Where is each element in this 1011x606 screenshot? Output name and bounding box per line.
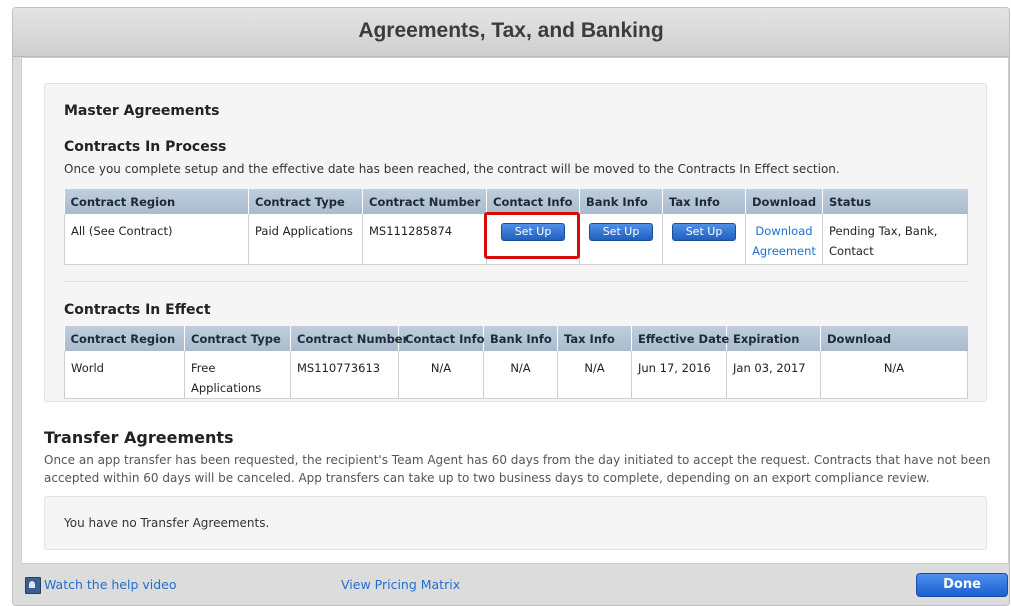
cell-status: Pending Tax, Bank, Contact bbox=[822, 214, 968, 265]
master-agreements-panel: Master Agreements Contracts In Process O… bbox=[44, 83, 987, 402]
cell-bank-info: Set Up bbox=[579, 214, 663, 265]
contracts-in-process-note: Once you complete setup and the effectiv… bbox=[64, 162, 840, 176]
contact-info-highlight bbox=[484, 212, 580, 259]
cell-tax-info: N/A bbox=[557, 351, 632, 399]
column-header: Contact Info bbox=[486, 189, 580, 214]
table-row: World Free Applications MS110773613 N/A … bbox=[64, 351, 968, 399]
tax-info-setup-button[interactable]: Set Up bbox=[671, 223, 737, 241]
column-header: Status bbox=[822, 189, 968, 214]
window-titlebar: Agreements, Tax, and Banking bbox=[13, 8, 1009, 57]
column-header: Effective Date bbox=[631, 326, 729, 351]
column-header: Contract Number bbox=[290, 326, 408, 351]
download-link-line2: Agreement bbox=[752, 244, 816, 258]
column-header: Contract Number bbox=[362, 189, 487, 214]
contracts-in-effect-heading: Contracts In Effect bbox=[64, 302, 211, 318]
column-header: Contact Info bbox=[398, 326, 484, 351]
transfer-agreements-note: Once an app transfer has been requested,… bbox=[44, 451, 991, 487]
cell-download: N/A bbox=[820, 351, 968, 399]
content-sheet: Master Agreements Contracts In Process O… bbox=[21, 57, 1009, 564]
contracts-in-effect-table: Contract Region Contract Type Contract N… bbox=[64, 326, 968, 399]
column-header: Download bbox=[820, 326, 968, 351]
bank-info-setup-button[interactable]: Set Up bbox=[588, 223, 654, 241]
column-header: Contract Type bbox=[184, 326, 291, 351]
cell-expiration: Jan 03, 2017 bbox=[726, 351, 821, 399]
table-header-row: Contract Region Contract Type Contract N… bbox=[64, 326, 968, 351]
cell-bank-info: N/A bbox=[483, 351, 558, 399]
column-header: Tax Info bbox=[662, 189, 746, 214]
column-header: Tax Info bbox=[557, 326, 632, 351]
download-agreement-link[interactable]: Download Agreement bbox=[752, 221, 816, 261]
cell-number: MS111285874 bbox=[362, 214, 487, 265]
transfer-agreements-heading: Transfer Agreements bbox=[44, 428, 234, 447]
no-transfer-agreements-text: You have no Transfer Agreements. bbox=[64, 516, 270, 530]
column-header: Bank Info bbox=[579, 189, 663, 214]
column-header: Expiration bbox=[726, 326, 821, 351]
cell-type: Paid Applications bbox=[248, 214, 363, 265]
column-header: Bank Info bbox=[483, 326, 558, 351]
download-link-line1: Download bbox=[755, 224, 813, 238]
table-header-row: Contract Region Contract Type Contract N… bbox=[64, 189, 968, 214]
status-line2: Contact bbox=[829, 244, 874, 258]
column-header: Contract Region bbox=[64, 326, 185, 351]
transfer-note-line2: accepted within 60 days will be canceled… bbox=[44, 471, 930, 485]
agreements-window: Agreements, Tax, and Banking Master Agre… bbox=[12, 7, 1010, 606]
cell-contact-info: N/A bbox=[398, 351, 484, 399]
transfer-note-line1: Once an app transfer has been requested,… bbox=[44, 453, 991, 467]
view-pricing-matrix-link[interactable]: View Pricing Matrix bbox=[341, 577, 460, 592]
column-header: Download bbox=[745, 189, 823, 214]
cell-tax-info: Set Up bbox=[662, 214, 746, 265]
column-header: Contract Region bbox=[64, 189, 249, 214]
cell-type: Free Applications bbox=[184, 351, 291, 399]
cell-region: All (See Contract) bbox=[64, 214, 249, 265]
cell-number: MS110773613 bbox=[290, 351, 399, 399]
cell-effective-date: Jun 17, 2016 bbox=[631, 351, 727, 399]
cell-download: Download Agreement bbox=[745, 214, 823, 265]
watch-help-video-link[interactable]: Watch the help video bbox=[44, 577, 177, 592]
contracts-in-process-heading: Contracts In Process bbox=[64, 139, 227, 155]
master-agreements-heading: Master Agreements bbox=[64, 103, 220, 119]
column-header: Contract Type bbox=[248, 189, 363, 214]
section-divider bbox=[64, 281, 967, 282]
cell-region: World bbox=[64, 351, 185, 399]
window-title: Agreements, Tax, and Banking bbox=[358, 19, 664, 42]
video-icon[interactable] bbox=[25, 577, 41, 594]
transfer-agreements-panel: You have no Transfer Agreements. bbox=[44, 496, 987, 550]
status-line1: Pending Tax, Bank, bbox=[829, 224, 938, 238]
done-button[interactable]: Done bbox=[916, 573, 1008, 597]
